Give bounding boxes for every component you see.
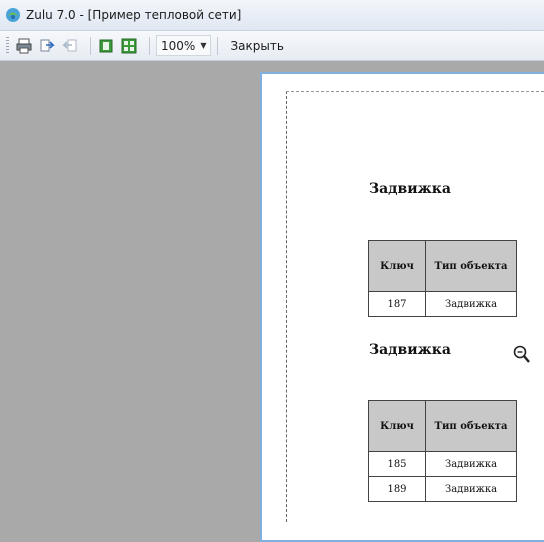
table-cell: 189 [368, 476, 426, 502]
column-header: Ключ [368, 400, 426, 452]
table-row: 185 Задвижка [368, 451, 517, 477]
page-back-icon[interactable] [61, 37, 79, 55]
page-margin-line [286, 91, 287, 522]
column-header: Ключ [368, 240, 426, 292]
print-icon[interactable] [15, 37, 33, 55]
zoom-cursor-icon [513, 345, 530, 363]
report-table: Ключ Тип объекта 185 Задвижка 189 Задвиж… [368, 400, 517, 502]
table-cell: Задвижка [425, 451, 517, 477]
toolbar-separator [217, 36, 219, 55]
section-title: Задвижка [369, 342, 451, 358]
table-cell: 185 [368, 451, 426, 477]
toolbar-separator [90, 36, 91, 55]
preview-toolbar: 100% ▼ Закрыть [0, 31, 544, 61]
close-button[interactable]: Закрыть [230, 39, 283, 53]
table-cell: Задвижка [425, 476, 517, 502]
toolbar-separator [149, 36, 150, 55]
single-page-icon[interactable] [97, 37, 115, 55]
table-cell: 187 [368, 291, 426, 317]
window-title: Zulu 7.0 - [Пример тепловой сети] [26, 8, 242, 22]
page-margin-top [286, 91, 544, 92]
column-header: Тип объекта [425, 400, 517, 452]
table-cell: Задвижка [425, 291, 517, 317]
report-table: Ключ Тип объекта 187 Задвижка [368, 240, 517, 317]
section-title: Задвижка [369, 181, 451, 197]
table-row: 187 Задвижка [368, 291, 517, 317]
multi-page-icon[interactable] [120, 37, 138, 55]
zulu-app-icon [6, 8, 20, 22]
column-header: Тип объекта [425, 240, 517, 292]
zoom-value: 100% [161, 38, 196, 53]
title-bar: Zulu 7.0 - [Пример тепловой сети] [0, 0, 544, 31]
table-row: 189 Задвижка [368, 476, 517, 502]
toolbar-grip[interactable] [6, 36, 9, 55]
zoom-select[interactable]: 100% ▼ [156, 35, 212, 56]
chevron-down-icon: ▼ [200, 41, 207, 50]
page-forward-icon[interactable] [38, 37, 56, 55]
